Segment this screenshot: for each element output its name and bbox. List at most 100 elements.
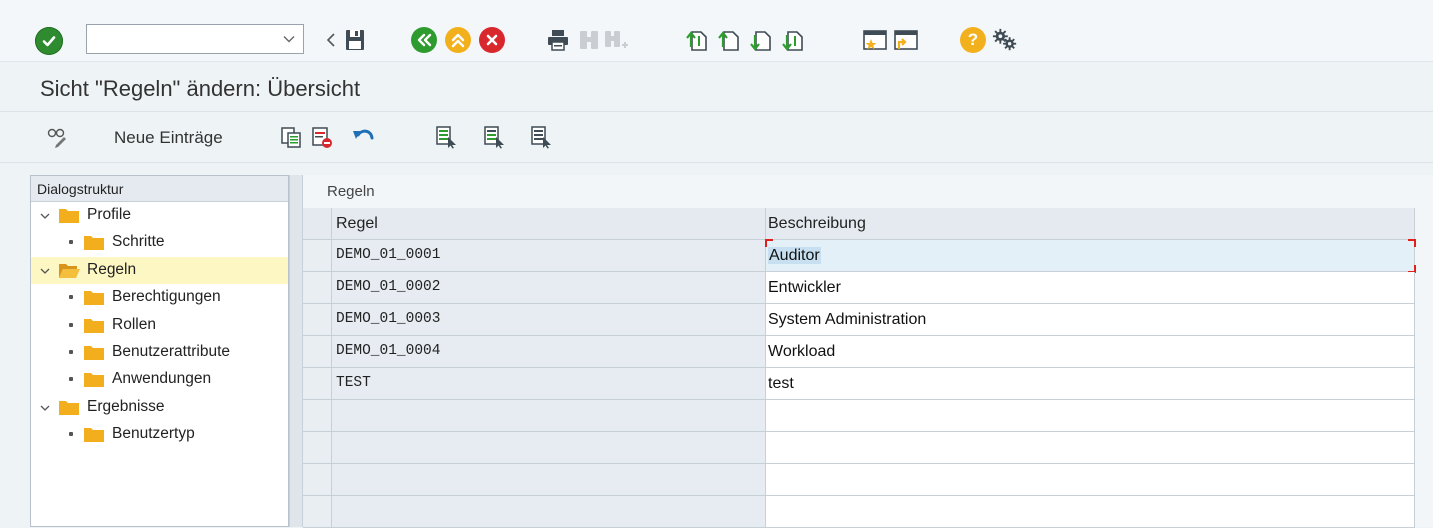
tree-header: Dialogstruktur xyxy=(31,176,288,202)
command-input[interactable] xyxy=(87,25,277,53)
chevron-down-icon[interactable] xyxy=(39,264,51,276)
row-selector[interactable] xyxy=(303,400,332,432)
regel-cell: DEMO_01_0004 xyxy=(332,336,766,368)
beschreibung-field[interactable]: Entwickler xyxy=(766,272,1415,304)
copy-icon[interactable] xyxy=(279,125,303,149)
print-icon[interactable] xyxy=(545,26,571,54)
beschreibung-field[interactable]: test xyxy=(766,368,1415,400)
beschreibung-input[interactable] xyxy=(766,432,1415,464)
tree-item-regeln[interactable]: Regeln xyxy=(31,256,288,285)
tree-item-anwendungen[interactable]: Anwendungen xyxy=(31,366,288,393)
beschreibung-value: Auditor xyxy=(768,247,821,264)
regel-input[interactable] xyxy=(332,496,766,528)
row-selector[interactable] xyxy=(303,368,332,400)
folder-icon xyxy=(58,398,80,416)
first-page-icon[interactable] xyxy=(684,26,710,54)
tree-item-berechtigungen[interactable]: Berechtigungen xyxy=(31,284,288,311)
regel-input[interactable] xyxy=(332,464,766,496)
title-bar: Sicht "Regeln" ändern: Übersicht xyxy=(0,62,1433,112)
back-icon[interactable] xyxy=(411,26,437,54)
row-selector[interactable] xyxy=(303,496,332,528)
row-selector[interactable] xyxy=(303,272,332,304)
row-selector[interactable] xyxy=(303,304,332,336)
beschreibung-field[interactable]: Auditor xyxy=(765,239,1416,273)
exit-icon[interactable] xyxy=(445,26,471,54)
undo-icon[interactable] xyxy=(351,125,375,149)
cancel-icon[interactable] xyxy=(479,26,505,54)
dialog-structure-tree: Dialogstruktur Profile Schritte Regeln B… xyxy=(30,175,289,527)
regel-cell: TEST xyxy=(332,368,766,400)
splitter[interactable] xyxy=(289,175,303,527)
row-selector[interactable] xyxy=(303,464,332,496)
application-toolbar: Neue Einträge xyxy=(0,113,1433,163)
chevron-down-icon[interactable] xyxy=(39,209,51,221)
regel-cell: DEMO_01_0001 xyxy=(332,240,766,272)
column-header-regel[interactable]: Regel xyxy=(332,208,766,240)
beschreibung-input[interactable] xyxy=(766,496,1415,528)
system-toolbar: ? xyxy=(0,0,1433,62)
empty-row xyxy=(303,464,1415,496)
help-icon[interactable]: ? xyxy=(960,26,986,54)
main-area: Dialogstruktur Profile Schritte Regeln B… xyxy=(0,163,1433,528)
deselect-all-icon[interactable] xyxy=(529,125,553,149)
find-icon[interactable] xyxy=(576,26,602,54)
bullet-icon xyxy=(69,295,73,300)
tree-item-schritte[interactable]: Schritte xyxy=(31,229,288,256)
table-title: Regeln xyxy=(327,183,375,200)
row-selector[interactable] xyxy=(303,432,332,464)
select-all-cell[interactable] xyxy=(303,208,332,240)
beschreibung-field[interactable]: Workload xyxy=(766,336,1415,368)
table-row: DEMO_01_0003 System Administration xyxy=(303,304,1415,336)
tree-item-benutzertyp[interactable]: Benutzertyp xyxy=(31,421,288,448)
display-change-icon[interactable] xyxy=(46,125,70,149)
find-next-icon[interactable] xyxy=(603,26,629,54)
beschreibung-input[interactable] xyxy=(766,464,1415,496)
regel-cell: DEMO_01_0002 xyxy=(332,272,766,304)
regel-cell: DEMO_01_0003 xyxy=(332,304,766,336)
folder-icon xyxy=(83,343,105,361)
save-icon[interactable] xyxy=(342,26,368,54)
delete-icon[interactable] xyxy=(310,125,334,149)
folder-icon xyxy=(83,288,105,306)
tree-item-profile[interactable]: Profile xyxy=(31,202,288,229)
regel-input[interactable] xyxy=(332,400,766,432)
dropdown-icon[interactable] xyxy=(281,30,297,48)
tree-item-label: Rollen xyxy=(112,315,156,333)
table-row: DEMO_01_0001 Auditor xyxy=(303,239,1416,273)
bullet-icon xyxy=(69,322,73,327)
row-selector[interactable] xyxy=(303,336,332,368)
previous-page-icon[interactable] xyxy=(716,26,742,54)
open-folder-icon xyxy=(58,261,80,279)
empty-row xyxy=(303,432,1415,464)
tree-item-label: Schritte xyxy=(112,233,165,251)
row-selector[interactable] xyxy=(303,240,332,272)
tree-item-label: Benutzerattribute xyxy=(112,342,231,360)
back-arrow-icon[interactable] xyxy=(318,26,344,54)
tree-item-rollen[interactable]: Rollen xyxy=(31,312,288,339)
command-field[interactable] xyxy=(86,24,304,54)
beschreibung-field[interactable]: System Administration xyxy=(766,304,1415,336)
bullet-icon xyxy=(69,377,73,382)
new-entries-button[interactable]: Neue Einträge xyxy=(114,128,223,148)
tree-item-benutzerattribute[interactable]: Benutzerattribute xyxy=(31,339,288,366)
folder-icon xyxy=(83,425,105,443)
next-page-icon[interactable] xyxy=(748,26,774,54)
empty-row xyxy=(303,400,1415,432)
settings-icon[interactable] xyxy=(992,26,1018,54)
select-block-icon[interactable] xyxy=(482,125,506,149)
tree-item-label: Ergebnisse xyxy=(87,397,165,415)
page-title: Sicht "Regeln" ändern: Übersicht xyxy=(40,76,361,101)
select-all-icon[interactable] xyxy=(434,125,458,149)
tree-item-ergebnisse[interactable]: Ergebnisse xyxy=(31,394,288,421)
tree-item-label: Regeln xyxy=(87,260,137,278)
shortcut-icon[interactable] xyxy=(893,26,919,54)
last-page-icon[interactable] xyxy=(780,26,806,54)
column-header-beschreibung[interactable]: Beschreibung xyxy=(766,208,1415,240)
create-session-icon[interactable] xyxy=(862,26,888,54)
chevron-down-icon[interactable] xyxy=(39,401,51,413)
regel-input[interactable] xyxy=(332,432,766,464)
enter-icon[interactable] xyxy=(35,27,63,55)
folder-icon xyxy=(83,233,105,251)
beschreibung-input[interactable] xyxy=(766,400,1415,432)
table-row: DEMO_01_0004 Workload xyxy=(303,336,1415,368)
